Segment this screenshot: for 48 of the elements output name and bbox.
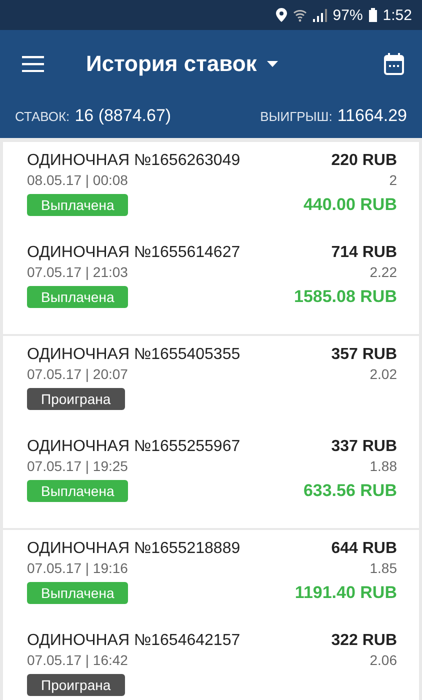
bets-label: СТАВОК:	[15, 109, 70, 124]
stake-amount: 644 RUB	[331, 540, 397, 558]
bet-datetime: 07.05.17 | 19:16	[27, 560, 128, 576]
bet-title: ОДИНОЧНАЯ №1655405355	[27, 346, 240, 364]
odds: 1.85	[370, 560, 397, 576]
bet-datetime: 08.05.17 | 00:08	[27, 172, 128, 188]
status-badge: Проиграна	[27, 388, 125, 410]
status-badge: Выплачена	[27, 286, 128, 308]
stake-amount: 322 RUB	[331, 632, 397, 650]
bet-title: ОДИНОЧНАЯ №1655255967	[27, 438, 240, 456]
odds: 2.02	[370, 366, 397, 382]
odds: 2.06	[370, 652, 397, 668]
status-badge: Проиграна	[27, 674, 125, 696]
screen-title[interactable]: История ставок	[86, 51, 257, 77]
stake-amount: 220 RUB	[331, 152, 397, 170]
bet-datetime: 07.05.17 | 21:03	[27, 264, 128, 280]
bet-title: ОДИНОЧНАЯ №1654642157	[27, 632, 240, 650]
dropdown-caret-icon[interactable]	[266, 61, 278, 67]
bet-datetime: 07.05.17 | 19:25	[27, 458, 128, 474]
status-badge: Выплачена	[27, 582, 128, 604]
bets-count: 16 (8874.67)	[74, 106, 172, 126]
bet-title: ОДИНОЧНАЯ №1655614627	[27, 244, 240, 262]
payout-amount: 1585.08 RUB	[294, 287, 397, 307]
payout-amount: 440.00 RUB	[303, 195, 397, 215]
bet-title: ОДИНОЧНАЯ №1656263049	[27, 152, 240, 170]
odds: 2	[389, 172, 397, 188]
winnings-label: ВЫИГРЫШ:	[260, 109, 332, 124]
battery-icon	[368, 8, 377, 22]
bet-datetime: 07.05.17 | 16:42	[27, 652, 128, 668]
menu-icon[interactable]	[22, 56, 44, 72]
signal-icon	[312, 8, 327, 22]
status-badge: Выплачена	[27, 480, 128, 502]
stake-amount: 337 RUB	[331, 438, 397, 456]
stake-amount: 714 RUB	[331, 244, 397, 262]
odds: 2.22	[370, 264, 397, 280]
stake-amount: 357 RUB	[331, 346, 397, 364]
payout-amount: 1191.40 RUB	[294, 583, 397, 603]
battery-percent: 97%	[332, 6, 363, 24]
calendar-icon[interactable]	[384, 53, 404, 75]
payout-amount: 633.56 RUB	[303, 481, 397, 501]
bet-datetime: 07.05.17 | 20:07	[27, 366, 128, 382]
wifi-icon	[292, 8, 307, 22]
winnings-value: 11664.29	[337, 106, 407, 126]
clock: 1:52	[382, 6, 412, 24]
location-icon	[276, 8, 287, 22]
bet-title: ОДИНОЧНАЯ №1655218889	[27, 540, 240, 558]
status-badge: Выплачена	[27, 194, 128, 216]
odds: 1.88	[370, 458, 397, 474]
